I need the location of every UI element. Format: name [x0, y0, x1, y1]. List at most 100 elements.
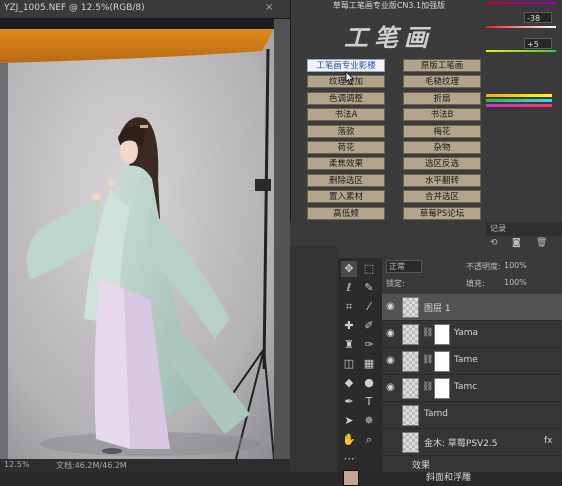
plugin-button[interactable]: 置入素材	[307, 190, 385, 204]
plugin-button[interactable]: 梅花	[403, 124, 481, 138]
delete-icon[interactable]: 🗑	[536, 238, 547, 248]
tools-panel: ✥ ⬚ ℓ ✎ ⌗ ⁄ ✚ ✐ ♜ ✑ ◫ ▦ ◆ ● ✒ T ➤ ✵ ✋ ⌕ …	[338, 258, 382, 486]
plugin-button[interactable]: 毛糙纹理	[403, 75, 481, 89]
visibility-eye-icon[interactable]: ◉	[386, 328, 395, 339]
opacity-label: 不透明度:	[466, 262, 501, 271]
plugin-button[interactable]: 落款	[307, 124, 385, 138]
eyedropper-icon[interactable]: ⁄	[361, 299, 377, 315]
layer-thumbnail	[402, 432, 419, 453]
layer-name: 金木: 草莓PSV2.5	[424, 439, 498, 449]
eraser-tool-icon[interactable]: ◫	[341, 356, 357, 372]
layer-mask-thumbnail[interactable]	[434, 378, 450, 399]
plugin-button[interactable]: 书法B	[403, 108, 481, 122]
status-bar: 12.5% 文档:46.2M/46.2M	[0, 459, 290, 472]
plugin-button[interactable]: 选区反选	[403, 157, 481, 171]
blur-tool-icon[interactable]: ◆	[341, 375, 357, 391]
plugin-button[interactable]: 荷花	[307, 141, 385, 154]
value-field-1[interactable]: -38	[524, 12, 552, 23]
visibility-eye-icon[interactable]: ◉	[386, 301, 395, 312]
foreground-color-swatch[interactable]	[343, 470, 359, 486]
close-icon[interactable]: ×	[265, 2, 273, 13]
stamp-tool-icon[interactable]: ♜	[341, 337, 357, 353]
tab-history[interactable]: 记录	[486, 222, 562, 236]
color-slider-2[interactable]	[486, 26, 556, 28]
plugin-button[interactable]: 合并选区	[403, 190, 481, 204]
link-icon[interactable]: ⛓	[422, 355, 433, 365]
layer-thumbnail	[402, 378, 419, 399]
plugin-button[interactable]: 高低频	[307, 206, 385, 220]
level-bar-green	[486, 99, 552, 102]
layers-panel: 记录 ⟲ ◙ 🗑 ✥ ⬚ ℓ ✎ ⌗ ⁄ ✚ ✐ ♜ ✑ ◫ ▦ ◆ ● ✒ T…	[290, 222, 562, 486]
gradient-tool-icon[interactable]: ▦	[361, 356, 377, 372]
plugin-button[interactable]: 柔焦效果	[307, 157, 385, 171]
plugin-button[interactable]: 原版工笔画	[403, 59, 481, 72]
layer-name: 图层 1	[424, 304, 451, 314]
move-tool-icon[interactable]: ✥	[341, 261, 357, 277]
layer-name: Tamc	[454, 382, 478, 392]
layer-row[interactable]: ◉ ⛓ Tamc	[382, 375, 562, 402]
document-title: YZJ_1005.NEF @ 12.5%(RGB/8)	[4, 3, 145, 13]
plugin-button[interactable]: 水平翻转	[403, 173, 481, 187]
brush-tool-icon[interactable]: ✐	[361, 318, 377, 334]
layer-thumbnail	[402, 297, 419, 318]
layer-thumbnail	[402, 324, 419, 345]
layer-row[interactable]: ◉ ⛓ Yama	[382, 321, 562, 348]
snapshot-icon[interactable]: ◙	[512, 238, 521, 248]
layer-row[interactable]: ◉ 图层 1	[382, 294, 562, 321]
path-select-icon[interactable]: ➤	[341, 413, 357, 429]
crop-tool-icon[interactable]: ⌗	[341, 299, 357, 315]
history-brush-icon[interactable]: ✑	[361, 337, 377, 353]
more-tools-icon[interactable]: ⋯	[341, 451, 357, 467]
layer-name: Yama	[454, 328, 479, 338]
hand-tool-icon[interactable]: ✋	[341, 432, 357, 448]
plugin-button[interactable]: 杂物	[403, 141, 481, 154]
zoom-tool-icon[interactable]: ⌕	[361, 432, 377, 448]
document-canvas[interactable]	[0, 19, 274, 459]
visibility-eye-icon[interactable]: ◉	[386, 355, 395, 366]
level-bar-magenta	[486, 104, 552, 107]
layer-name: Tame	[454, 355, 478, 365]
fill-value[interactable]: 100%	[504, 278, 527, 287]
zoom-readout[interactable]: 12.5%	[4, 460, 29, 469]
plugin-button[interactable]: 书法A	[307, 108, 385, 122]
adjustment-panel: -38 +5	[486, 0, 562, 222]
canvas-scrollbar[interactable]	[274, 19, 290, 459]
layer-row[interactable]: 金木: 草莓PSV2.5 fx	[382, 429, 562, 456]
pen-tool-icon[interactable]: ✒	[341, 394, 357, 410]
level-bar-yellow	[486, 94, 552, 97]
heal-tool-icon[interactable]: ✚	[341, 318, 357, 334]
plugin-button[interactable]: 草莓PS论坛	[403, 206, 481, 220]
layer-row[interactable]: Tamd	[382, 402, 562, 429]
plugin-button[interactable]: 删除选区	[307, 173, 385, 187]
plugin-panel: 草莓工笔画专业版CN3.1加强版 工笔画 工笔画专业影楼 原版工笔画 纹理叠加 毛糙纹…	[290, 0, 487, 246]
color-slider-1[interactable]	[486, 2, 556, 4]
plugin-button[interactable]: 折扇	[403, 91, 481, 105]
blend-mode-select[interactable]: 正常	[386, 260, 422, 273]
layer-row[interactable]: ◉ ⛓ Tame	[382, 348, 562, 375]
history-icon[interactable]: ⟲	[490, 238, 498, 248]
layer-mask-thumbnail[interactable]	[434, 351, 450, 372]
visibility-eye-icon[interactable]: ◉	[386, 382, 395, 393]
dodge-tool-icon[interactable]: ●	[361, 375, 377, 391]
fx-badge[interactable]: fx	[544, 436, 553, 446]
document-tab[interactable]: YZJ_1005.NEF @ 12.5%(RGB/8) ×	[0, 0, 290, 19]
color-slider-3[interactable]	[486, 50, 556, 52]
layer-mask-thumbnail[interactable]	[434, 324, 450, 345]
link-icon[interactable]: ⛓	[422, 382, 433, 392]
type-tool-icon[interactable]: T	[361, 394, 377, 410]
lasso-tool-icon[interactable]: ℓ	[341, 280, 357, 296]
value-field-2[interactable]: +5	[524, 38, 552, 49]
photo-image	[0, 19, 274, 459]
blend-mode-value: 正常	[389, 262, 405, 271]
lock-label: 锁定:	[386, 279, 405, 288]
opacity-value[interactable]: 100%	[504, 261, 527, 270]
quick-select-icon[interactable]: ✎	[361, 280, 377, 296]
marquee-tool-icon[interactable]: ⬚	[361, 261, 377, 277]
cursor-icon	[345, 71, 355, 85]
layer-name: Tamd	[424, 409, 449, 419]
fill-label: 填充:	[466, 279, 485, 288]
plugin-logo: 工笔画	[344, 23, 434, 52]
link-icon[interactable]: ⛓	[422, 328, 433, 338]
shape-tool-icon[interactable]: ✵	[361, 413, 377, 429]
plugin-button[interactable]: 色调调整	[307, 91, 385, 105]
